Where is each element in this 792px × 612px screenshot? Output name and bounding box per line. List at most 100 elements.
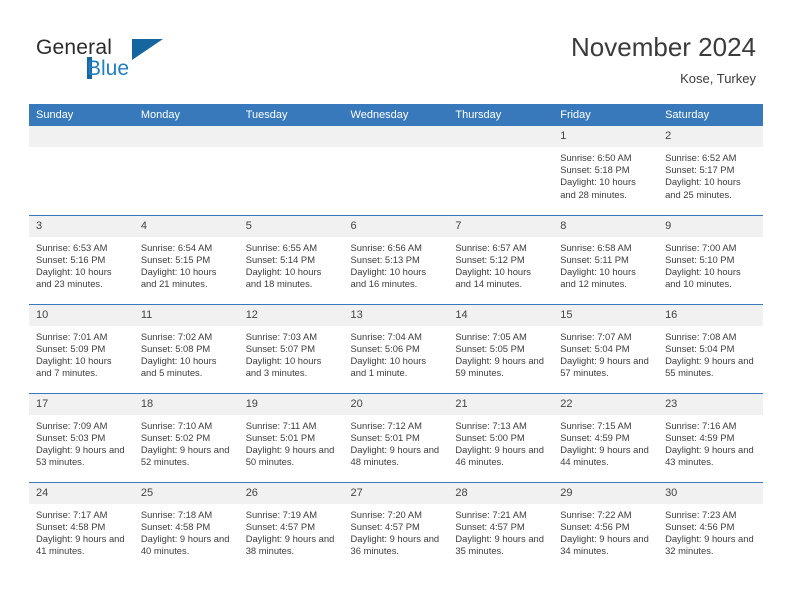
sunset-text: Sunset: 5:11 PM — [560, 253, 629, 265]
day-details: Sunrise: 7:04 AM Sunset: 5:06 PM Daylight:… — [344, 326, 449, 380]
sunrise-text: Sunrise: 7:10 AM — [140, 419, 213, 431]
sunrise-text: Sunrise: 7:19 AM — [245, 508, 318, 520]
day-number: 12 — [238, 304, 344, 326]
calendar-day-cell[interactable]: 5 Sunrise: 6:55 AM Sunset: 5:14 PM Daylight… — [238, 214, 344, 304]
calendar-day-cell[interactable]: 26 Sunrise: 7:19 AM Sunset: 4:57 PM Dayligh… — [238, 481, 344, 571]
title-block: November 2024 Kose, Turkey — [571, 32, 756, 87]
sunrise-text: Sunrise: 6:54 AM — [140, 241, 213, 253]
calendar-body: 1 Sunrise: 6:50 AM Sunset: 5:18 PM Daylight… — [29, 126, 763, 571]
day-number: 3 — [29, 215, 134, 237]
sunset-text: Sunset: 5:15 PM — [140, 253, 211, 265]
sunrise-text: Sunrise: 7:23 AM — [665, 508, 737, 520]
calendar-day-cell[interactable]: 2 Sunrise: 6:52 AM Sunset: 5:17 PM Daylight… — [658, 126, 763, 215]
day-number: 23 — [658, 393, 763, 415]
day-number: 17 — [29, 393, 134, 415]
calendar-day-cell[interactable]: 24 Sunrise: 7:17 AM Sunset: 4:58 PM Dayligh… — [29, 481, 134, 571]
calendar-day-cell[interactable]: 27 Sunrise: 7:20 AM Sunset: 4:57 PM Dayligh… — [343, 481, 449, 571]
calendar-day-cell-empty — [448, 126, 554, 215]
daylight-text: Daylight: 10 hours and 3 minutes. — [245, 354, 322, 379]
sunrise-text: Sunrise: 6:56 AM — [350, 241, 422, 253]
day-number — [29, 126, 134, 147]
sunset-text: Sunset: 5:00 PM — [455, 431, 525, 443]
calendar-day-cell[interactable]: 23 Sunrise: 7:16 AM Sunset: 4:59 PM Dayligh… — [658, 392, 763, 482]
day-number: 18 — [133, 393, 239, 415]
calendar-day-cell[interactable]: 1 Sunrise: 6:50 AM Sunset: 5:18 PM Daylight… — [553, 126, 659, 215]
calendar-day-cell[interactable]: 16 Sunrise: 7:08 AM Sunset: 5:04 PM Dayligh… — [658, 303, 763, 393]
calendar-week-row: 10 Sunrise: 7:01 AM Sunset: 5:09 PM Dayligh… — [29, 303, 763, 393]
day-details: Sunrise: 6:52 AM Sunset: 5:17 PM Daylight:… — [658, 147, 763, 201]
sunset-text: Sunset: 5:10 PM — [665, 253, 735, 265]
calendar-day-cell[interactable]: 20 Sunrise: 7:12 AM Sunset: 5:01 PM Dayligh… — [343, 392, 449, 482]
sunrise-text: Sunrise: 7:15 AM — [560, 419, 632, 431]
day-details: Sunrise: 6:56 AM Sunset: 5:13 PM Daylight:… — [344, 237, 449, 291]
sunset-text: Sunset: 5:04 PM — [560, 342, 630, 354]
daylight-text: Daylight: 10 hours and 28 minutes. — [560, 176, 636, 200]
calendar-day-cell[interactable]: 30 Sunrise: 7:23 AM Sunset: 4:56 PM Dayligh… — [658, 481, 763, 571]
day-number: 28 — [448, 482, 554, 504]
calendar-day-cell[interactable]: 17 Sunrise: 7:09 AM Sunset: 5:03 PM Dayligh… — [29, 392, 134, 482]
calendar-day-cell[interactable]: 11 Sunrise: 7:02 AM Sunset: 5:08 PM Dayligh… — [133, 303, 239, 393]
day-details: Sunrise: 7:17 AM Sunset: 4:58 PM Daylight:… — [29, 504, 134, 558]
day-details: Sunrise: 7:08 AM Sunset: 5:04 PM Daylight:… — [658, 326, 763, 380]
day-number: 2 — [658, 126, 763, 147]
location-subtitle: Kose, Turkey — [680, 71, 756, 86]
sunrise-text: Sunrise: 7:21 AM — [455, 508, 527, 520]
calendar-day-cell[interactable]: 28 Sunrise: 7:21 AM Sunset: 4:57 PM Dayligh… — [448, 481, 554, 571]
day-number — [238, 126, 344, 147]
daylight-text: Daylight: 9 hours and 50 minutes. — [245, 443, 335, 468]
calendar-day-cell[interactable]: 14 Sunrise: 7:05 AM Sunset: 5:05 PM Dayligh… — [448, 303, 554, 393]
calendar-day-cell[interactable]: 25 Sunrise: 7:18 AM Sunset: 4:58 PM Dayligh… — [133, 481, 239, 571]
sunset-text: Sunset: 5:13 PM — [350, 253, 420, 265]
day-number: 7 — [448, 215, 554, 237]
calendar-day-cell[interactable]: 21 Sunrise: 7:13 AM Sunset: 5:00 PM Dayligh… — [448, 392, 554, 482]
calendar-day-cell[interactable]: 6 Sunrise: 6:56 AM Sunset: 5:13 PM Daylight… — [343, 214, 449, 304]
weekday-header-monday: Monday — [133, 104, 239, 126]
sunrise-text: Sunrise: 7:17 AM — [36, 508, 108, 520]
day-number: 29 — [553, 482, 659, 504]
calendar-day-cell[interactable]: 13 Sunrise: 7:04 AM Sunset: 5:06 PM Dayligh… — [343, 303, 449, 393]
calendar-day-cell[interactable]: 19 Sunrise: 7:11 AM Sunset: 5:01 PM Dayligh… — [238, 392, 344, 482]
day-details: Sunrise: 7:11 AM Sunset: 5:01 PM Daylight:… — [239, 415, 344, 469]
daylight-text: Daylight: 10 hours and 21 minutes. — [140, 265, 217, 290]
daylight-text: Daylight: 9 hours and 35 minutes. — [455, 532, 544, 557]
calendar-day-cell[interactable]: 29 Sunrise: 7:22 AM Sunset: 4:56 PM Dayligh… — [553, 481, 659, 571]
triangle-flag-icon — [132, 39, 163, 60]
calendar-week-row: 17 Sunrise: 7:09 AM Sunset: 5:03 PM Dayligh… — [29, 392, 763, 482]
calendar-day-cell[interactable]: 8 Sunrise: 6:58 AM Sunset: 5:11 PM Daylight… — [553, 214, 659, 304]
day-details: Sunrise: 7:15 AM Sunset: 4:59 PM Daylight:… — [553, 415, 658, 469]
sunset-text: Sunset: 5:09 PM — [36, 342, 106, 354]
brand-logo[interactable]: General Blue — [36, 36, 256, 92]
sunrise-text: Sunrise: 7:03 AM — [245, 330, 318, 342]
calendar-day-cell[interactable]: 10 Sunrise: 7:01 AM Sunset: 5:09 PM Dayligh… — [29, 303, 134, 393]
sunrise-text: Sunrise: 7:09 AM — [36, 419, 108, 431]
calendar-day-cell[interactable]: 3 Sunrise: 6:53 AM Sunset: 5:16 PM Daylight… — [29, 214, 134, 304]
day-number: 25 — [133, 482, 239, 504]
day-details: Sunrise: 7:20 AM Sunset: 4:57 PM Daylight:… — [344, 504, 449, 558]
day-number: 11 — [133, 304, 239, 326]
calendar-day-cell[interactable]: 4 Sunrise: 6:54 AM Sunset: 5:15 PM Daylight… — [133, 214, 239, 304]
daylight-text: Daylight: 9 hours and 43 minutes. — [665, 443, 754, 468]
calendar-day-cell[interactable]: 15 Sunrise: 7:07 AM Sunset: 5:04 PM Dayligh… — [553, 303, 659, 393]
day-details: Sunrise: 7:12 AM Sunset: 5:01 PM Daylight:… — [344, 415, 449, 469]
sunset-text: Sunset: 5:18 PM — [560, 164, 630, 176]
sunset-text: Sunset: 5:08 PM — [140, 342, 211, 354]
daylight-text: Daylight: 10 hours and 23 minutes. — [36, 265, 112, 290]
day-details: Sunrise: 7:01 AM Sunset: 5:09 PM Daylight:… — [29, 326, 134, 380]
day-number: 10 — [29, 304, 134, 326]
calendar-day-cell[interactable]: 18 Sunrise: 7:10 AM Sunset: 5:02 PM Dayligh… — [133, 392, 239, 482]
day-number: 16 — [658, 304, 763, 326]
calendar-day-cell[interactable]: 22 Sunrise: 7:15 AM Sunset: 4:59 PM Dayligh… — [553, 392, 659, 482]
sunset-text: Sunset: 5:04 PM — [665, 342, 735, 354]
calendar-day-cell[interactable]: 7 Sunrise: 6:57 AM Sunset: 5:12 PM Daylight… — [448, 214, 554, 304]
calendar-day-cell[interactable]: 12 Sunrise: 7:03 AM Sunset: 5:07 PM Dayligh… — [238, 303, 344, 393]
calendar-day-cell[interactable]: 9 Sunrise: 7:00 AM Sunset: 5:10 PM Daylight… — [658, 214, 763, 304]
sunrise-text: Sunrise: 6:52 AM — [665, 152, 737, 163]
daylight-text: Daylight: 10 hours and 12 minutes. — [560, 265, 636, 290]
sunset-text: Sunset: 4:58 PM — [140, 520, 211, 532]
day-number: 6 — [343, 215, 449, 237]
daylight-text: Daylight: 9 hours and 59 minutes. — [455, 354, 544, 379]
day-number: 30 — [658, 482, 763, 504]
daylight-text: Daylight: 10 hours and 7 minutes. — [36, 354, 112, 379]
daylight-text: Daylight: 10 hours and 16 minutes. — [350, 265, 427, 290]
brand-name-blue: Blue — [87, 57, 130, 80]
